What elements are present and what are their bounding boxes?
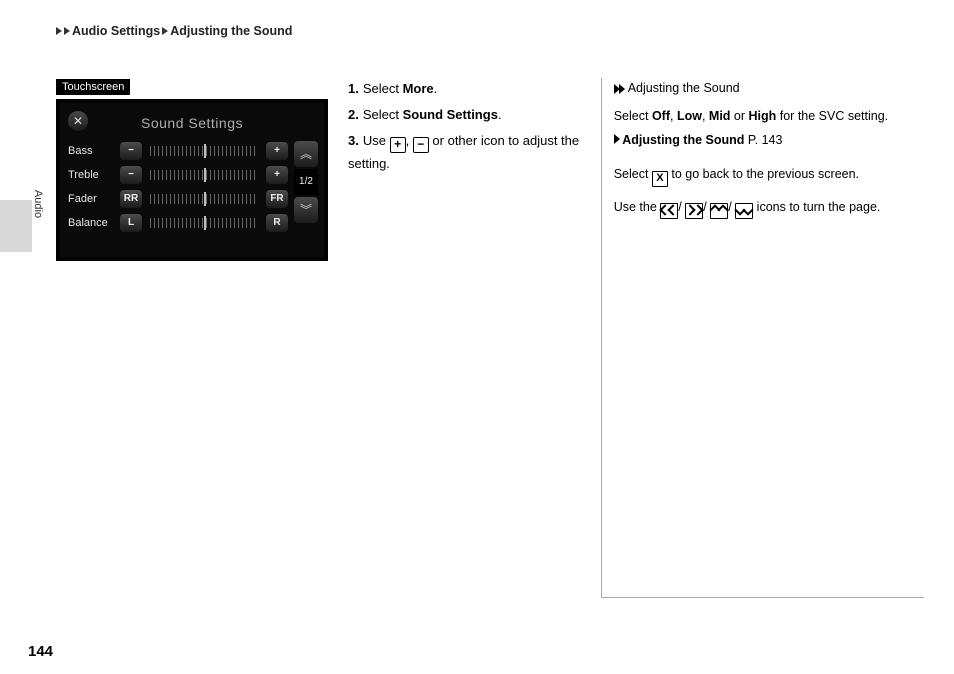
section-tab-label: Audio bbox=[32, 176, 44, 232]
breadcrumb-item: Audio Settings bbox=[72, 24, 160, 38]
section-tab: Audio bbox=[0, 200, 32, 252]
sidebar-notes: Adjusting the Sound Select Off, Low, Mid… bbox=[601, 78, 924, 598]
minus-button[interactable]: − bbox=[120, 142, 142, 160]
setting-row: Treble − + bbox=[68, 163, 288, 186]
setting-label: Treble bbox=[68, 169, 114, 181]
setting-row: Fader RR FR bbox=[68, 187, 288, 210]
chevron-right-icon bbox=[56, 27, 62, 35]
note-line: Select X to go back to the previous scre… bbox=[614, 164, 924, 187]
setting-row: Balance L R bbox=[68, 211, 288, 234]
chevron-right-icon bbox=[162, 27, 168, 35]
screen-title: Sound Settings bbox=[141, 115, 243, 131]
minus-icon: − bbox=[413, 137, 429, 153]
left-button[interactable]: L bbox=[120, 214, 142, 232]
double-chevron-icon bbox=[614, 84, 624, 94]
page-down-button[interactable]: ︾ bbox=[294, 197, 318, 223]
double-down-icon bbox=[735, 203, 753, 219]
double-left-icon bbox=[660, 203, 678, 219]
note-line: Select Off, Low, Mid or High for the SVC… bbox=[614, 106, 924, 128]
link-arrow-icon bbox=[614, 134, 619, 144]
slider[interactable] bbox=[150, 170, 258, 180]
slider[interactable] bbox=[150, 218, 258, 228]
note-link: Adjusting the Sound P. 143 bbox=[614, 130, 924, 152]
note-heading: Adjusting the Sound bbox=[614, 78, 924, 100]
slider[interactable] bbox=[150, 146, 258, 156]
right-button[interactable]: R bbox=[266, 214, 288, 232]
instructions: 1.Select More. 2.Select Sound Settings. … bbox=[348, 78, 581, 598]
x-icon: X bbox=[652, 171, 668, 187]
plus-icon: + bbox=[390, 137, 406, 153]
breadcrumb-item: Adjusting the Sound bbox=[170, 24, 292, 38]
close-button[interactable]: ✕ bbox=[68, 111, 88, 131]
slider[interactable] bbox=[150, 194, 258, 204]
plus-button[interactable]: + bbox=[266, 166, 288, 184]
page-indicator: 1/2 bbox=[294, 169, 318, 195]
setting-label: Fader bbox=[68, 193, 114, 205]
minus-button[interactable]: − bbox=[120, 166, 142, 184]
front-button[interactable]: FR bbox=[266, 190, 288, 208]
setting-label: Balance bbox=[68, 217, 114, 229]
step-1: 1.Select More. bbox=[348, 78, 581, 100]
touchscreen-tag: Touchscreen bbox=[56, 79, 130, 95]
page-up-button[interactable]: ︽ bbox=[294, 141, 318, 167]
plus-button[interactable]: + bbox=[266, 142, 288, 160]
breadcrumb: Audio Settings Adjusting the Sound bbox=[0, 24, 924, 38]
double-up-icon bbox=[710, 203, 728, 219]
note-line: Use the / / / icons to turn the page. bbox=[614, 197, 924, 219]
chevron-right-icon bbox=[64, 27, 70, 35]
touchscreen-screenshot: ✕ Sound Settings Bass − + Treble − + bbox=[56, 99, 328, 261]
setting-label: Bass bbox=[68, 145, 114, 157]
step-2: 2.Select Sound Settings. bbox=[348, 104, 581, 126]
setting-row: Bass − + bbox=[68, 139, 288, 162]
rear-button[interactable]: RR bbox=[120, 190, 142, 208]
step-3: 3.Use +, − or other icon to adjust the s… bbox=[348, 130, 581, 175]
double-right-icon bbox=[685, 203, 703, 219]
page-number: 144 bbox=[28, 643, 53, 660]
